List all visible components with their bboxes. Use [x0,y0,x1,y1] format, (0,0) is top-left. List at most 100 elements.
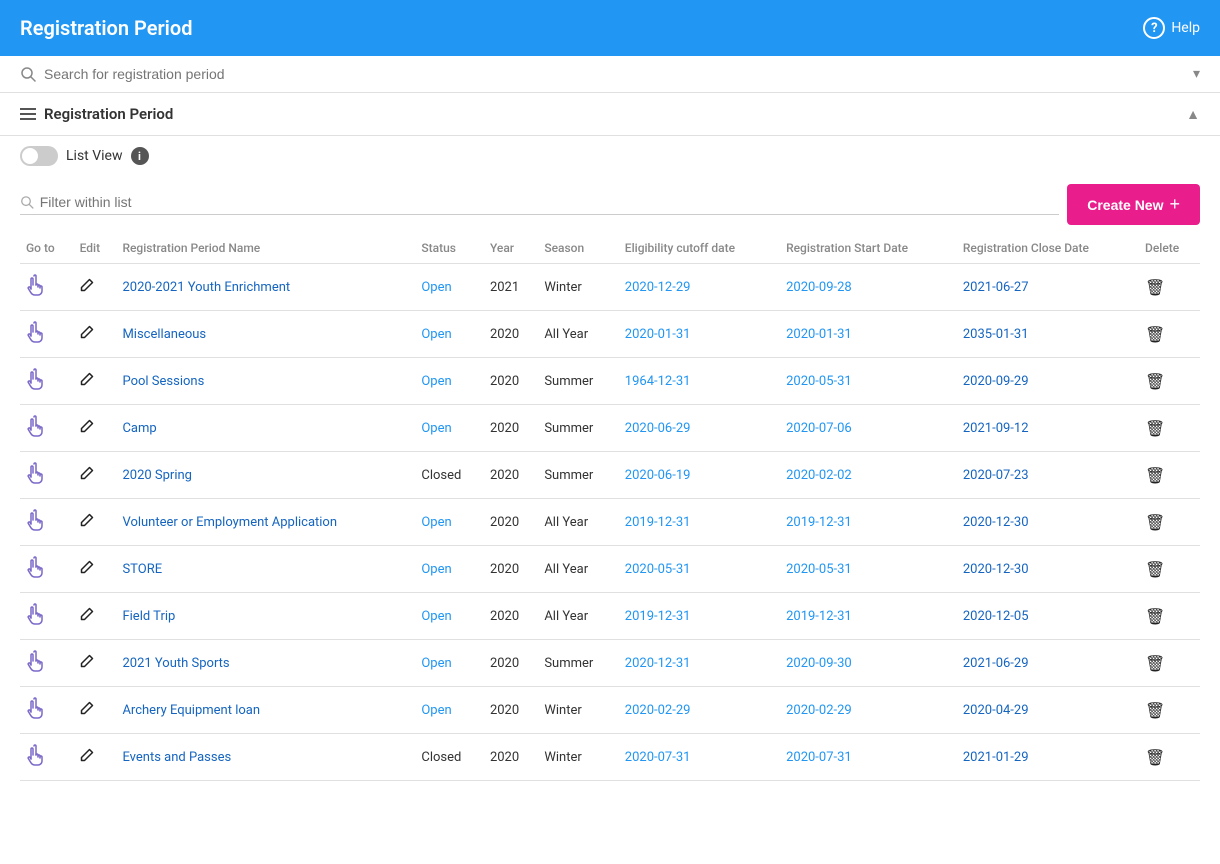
period-name-link[interactable]: Volunteer or Employment Application [122,515,337,530]
name-cell[interactable]: Events and Passes [116,734,415,781]
start-date: 2020-07-31 [786,750,852,765]
delete-icon[interactable]: 🗑 [1145,701,1165,720]
list-view-toggle[interactable] [20,146,58,166]
goto-icon[interactable] [26,415,46,437]
edit-cell[interactable] [74,499,117,546]
name-cell[interactable]: 2020-2021 Youth Enrichment [116,264,415,311]
goto-icon[interactable] [26,556,46,578]
edit-icon[interactable] [80,657,94,672]
name-cell[interactable]: Field Trip [116,593,415,640]
delete-icon[interactable]: 🗑 [1145,560,1165,579]
edit-icon[interactable] [80,375,94,390]
goto-cell[interactable] [20,264,74,311]
edit-icon[interactable] [80,469,94,484]
edit-cell[interactable] [74,358,117,405]
edit-cell[interactable] [74,311,117,358]
goto-cell[interactable] [20,499,74,546]
delete-cell[interactable]: 🗑 [1139,405,1200,452]
period-name-link[interactable]: STORE [122,562,162,577]
delete-icon[interactable]: 🗑 [1145,372,1165,391]
goto-cell[interactable] [20,687,74,734]
delete-cell[interactable]: 🗑 [1139,264,1200,311]
edit-icon[interactable] [80,422,94,437]
filter-input[interactable] [40,194,1059,210]
delete-icon[interactable]: 🗑 [1145,607,1165,626]
name-cell[interactable]: STORE [116,546,415,593]
delete-cell[interactable]: 🗑 [1139,499,1200,546]
edit-cell[interactable] [74,593,117,640]
edit-icon[interactable] [80,281,94,296]
period-name-link[interactable]: Pool Sessions [122,374,204,389]
period-name-link[interactable]: Events and Passes [122,750,231,765]
edit-cell[interactable] [74,264,117,311]
goto-cell[interactable] [20,358,74,405]
delete-icon[interactable]: 🗑 [1145,325,1165,344]
name-cell[interactable]: Archery Equipment loan [116,687,415,734]
name-cell[interactable]: Miscellaneous [116,311,415,358]
goto-cell[interactable] [20,405,74,452]
goto-icon[interactable] [26,697,46,719]
goto-icon[interactable] [26,321,46,343]
goto-cell[interactable] [20,734,74,781]
goto-cell[interactable] [20,452,74,499]
goto-cell[interactable] [20,593,74,640]
edit-icon[interactable] [80,704,94,719]
delete-icon[interactable]: 🗑 [1145,513,1165,532]
goto-icon[interactable] [26,368,46,390]
edit-cell[interactable] [74,734,117,781]
delete-cell[interactable]: 🗑 [1139,358,1200,405]
collapse-icon[interactable]: ▲ [1186,106,1200,123]
goto-icon[interactable] [26,650,46,672]
delete-cell[interactable]: 🗑 [1139,546,1200,593]
period-name-link[interactable]: Camp [122,421,156,436]
delete-cell[interactable]: 🗑 [1139,734,1200,781]
edit-cell[interactable] [74,452,117,499]
status-value: Closed [421,468,461,483]
goto-icon[interactable] [26,603,46,625]
edit-cell[interactable] [74,640,117,687]
period-name-link[interactable]: 2020-2021 Youth Enrichment [122,280,290,295]
delete-cell[interactable]: 🗑 [1139,311,1200,358]
delete-icon[interactable]: 🗑 [1145,466,1165,485]
edit-icon[interactable] [80,610,94,625]
goto-cell[interactable] [20,546,74,593]
name-cell[interactable]: Camp [116,405,415,452]
delete-cell[interactable]: 🗑 [1139,593,1200,640]
create-new-button[interactable]: Create New + [1067,184,1200,225]
name-cell[interactable]: 2021 Youth Sports [116,640,415,687]
edit-cell[interactable] [74,405,117,452]
period-name-link[interactable]: 2021 Youth Sports [122,656,229,671]
search-input[interactable] [44,66,1185,82]
delete-cell[interactable]: 🗑 [1139,687,1200,734]
help-button[interactable]: ? Help [1143,17,1200,39]
goto-icon[interactable] [26,509,46,531]
delete-icon[interactable]: 🗑 [1145,419,1165,438]
edit-icon[interactable] [80,328,94,343]
name-cell[interactable]: 2020 Spring [116,452,415,499]
name-cell[interactable]: Pool Sessions [116,358,415,405]
delete-icon[interactable]: 🗑 [1145,278,1165,297]
name-cell[interactable]: Volunteer or Employment Application [116,499,415,546]
goto-cell[interactable] [20,311,74,358]
edit-cell[interactable] [74,687,117,734]
chevron-down-icon[interactable]: ▾ [1193,66,1200,82]
edit-icon[interactable] [80,563,94,578]
period-name-link[interactable]: Field Trip [122,609,175,624]
period-name-link[interactable]: 2020 Spring [122,468,192,483]
delete-cell[interactable]: 🗑 [1139,452,1200,499]
period-name-link[interactable]: Archery Equipment loan [122,703,260,718]
start-cell: 2019-12-31 [780,499,957,546]
goto-icon[interactable] [26,744,46,766]
edit-cell[interactable] [74,546,117,593]
period-name-link[interactable]: Miscellaneous [122,327,206,342]
info-icon[interactable]: i [131,147,149,165]
goto-icon[interactable] [26,462,46,484]
delete-icon[interactable]: 🗑 [1145,748,1165,767]
delete-cell[interactable]: 🗑 [1139,640,1200,687]
edit-icon[interactable] [80,516,94,531]
goto-icon[interactable] [26,274,46,296]
delete-icon[interactable]: 🗑 [1145,654,1165,673]
goto-cell[interactable] [20,640,74,687]
edit-icon[interactable] [80,751,94,766]
menu-icon[interactable] [20,108,36,120]
